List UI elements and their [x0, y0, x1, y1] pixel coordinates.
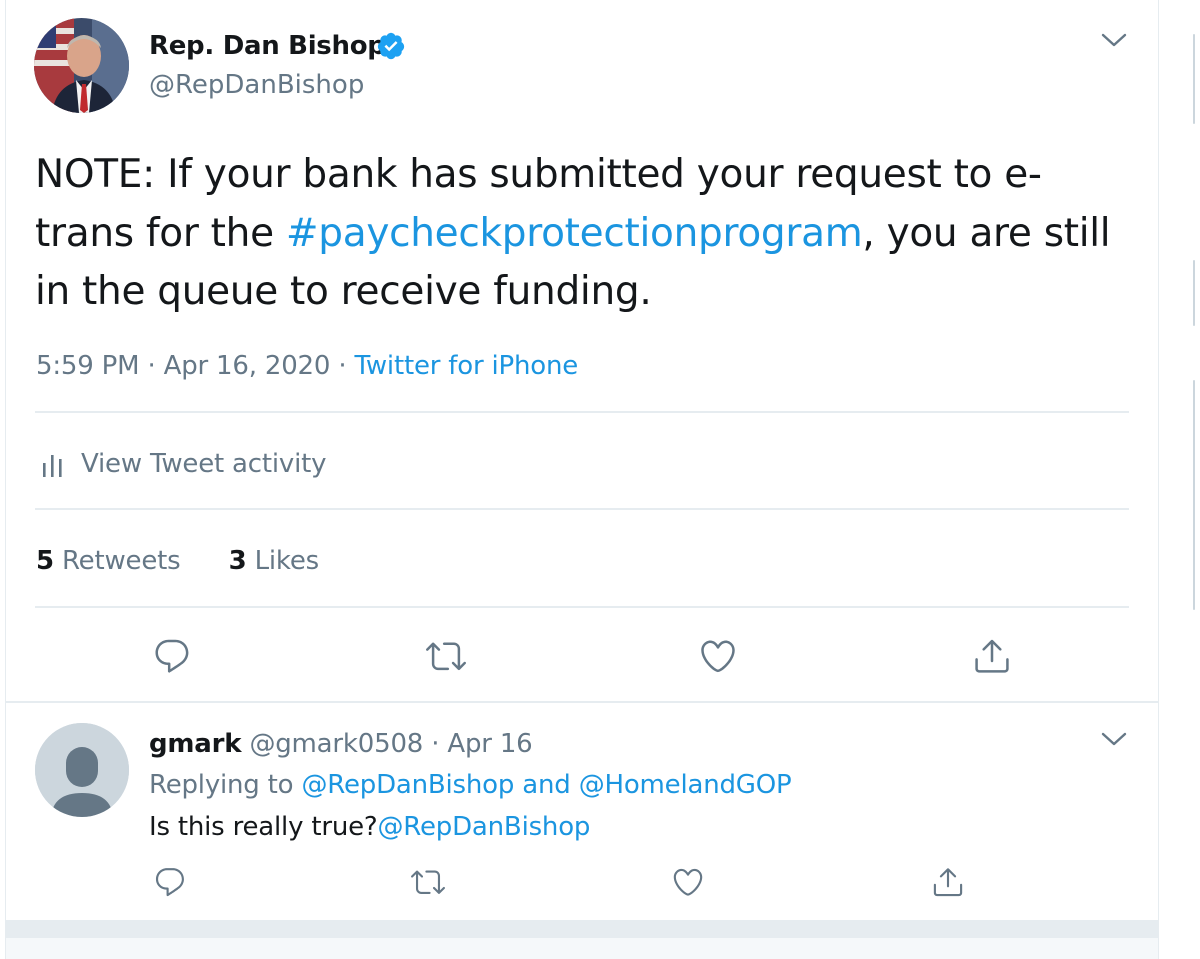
share-icon — [975, 639, 1009, 673]
author-handle[interactable]: @RepDanBishop — [149, 69, 364, 101]
reply-author-name[interactable]: gmark — [149, 729, 242, 759]
divider — [35, 606, 1129, 608]
tweet-text: NOTE: If your bank has submitted your re… — [35, 146, 1145, 322]
reply-text: Is this really true?@RepDanBishop — [149, 809, 590, 845]
author-avatar[interactable] — [34, 18, 129, 113]
tweet-stats: 5 Retweets 3 Likes — [36, 543, 319, 579]
chevron-down-icon[interactable] — [1101, 731, 1127, 747]
page: Rep. Dan Bishop @RepDanBishop NOTE: If y… — [0, 0, 1200, 959]
replying-to-and: and — [522, 770, 571, 800]
divider — [35, 411, 1129, 413]
reply-mention-link[interactable]: @RepDanBishop — [378, 812, 591, 842]
retweets-stat[interactable]: 5 Retweets — [36, 546, 181, 576]
retweets-count: 5 — [36, 546, 54, 576]
share-icon — [933, 868, 963, 897]
column-border-right — [1158, 0, 1159, 959]
tweet-text-line: NOTE: If your bank has submitted your re… — [35, 152, 1042, 197]
tweet-source-link[interactable]: Twitter for iPhone — [354, 351, 578, 381]
tweet-date[interactable]: Apr 16, 2020 — [164, 351, 331, 381]
view-tweet-activity-label: View Tweet activity — [81, 449, 327, 479]
reply-icon — [155, 868, 184, 897]
chevron-down-icon[interactable] — [1101, 32, 1127, 48]
meta-separator: · — [147, 351, 156, 381]
retweet-button[interactable] — [422, 632, 470, 680]
retweet-button[interactable] — [404, 858, 452, 906]
reply-author-avatar[interactable] — [35, 723, 129, 817]
share-button[interactable] — [968, 632, 1016, 680]
side-scroll-mark — [1193, 380, 1195, 610]
reply-button[interactable] — [148, 632, 196, 680]
retweet-icon — [426, 642, 466, 671]
likes-label: Likes — [254, 546, 320, 576]
meta-separator: · — [431, 729, 440, 759]
tweet-meta: 5:59 PM · Apr 16, 2020 · Twitter for iPh… — [36, 348, 578, 384]
tweet-time[interactable]: 5:59 PM — [36, 351, 140, 381]
column-border-left — [5, 0, 6, 959]
retweets-label: Retweets — [61, 546, 181, 576]
reply-header: gmark @gmark0508 · Apr 16 — [149, 726, 533, 762]
tweet-text-line: trans for the #paycheckprotectionprogram… — [35, 205, 1145, 264]
reply-date[interactable]: Apr 16 — [447, 729, 532, 759]
like-button[interactable] — [664, 858, 712, 906]
author-display-name[interactable]: Rep. Dan Bishop — [149, 30, 386, 62]
side-scroll-mark — [1193, 34, 1195, 124]
likes-stat[interactable]: 3 Likes — [228, 546, 320, 576]
hashtag-link[interactable]: #paycheckprotectionprogram — [286, 211, 863, 256]
tweet-text-segment: , you are still — [862, 210, 1111, 256]
meta-separator: · — [338, 351, 347, 381]
conversation-end-band-inner — [6, 938, 1158, 959]
replying-to-user-link[interactable]: @RepDanBishop — [301, 770, 514, 800]
divider — [6, 701, 1158, 703]
tweet-text-line: in the queue to receive funding. — [35, 269, 652, 314]
retweet-icon — [411, 870, 445, 894]
replying-to-user-link[interactable]: @HomelandGOP — [579, 770, 792, 800]
tweet-text-segment: trans for the — [35, 210, 286, 256]
replying-to: Replying to @RepDanBishop and @HomelandG… — [149, 767, 792, 803]
like-button[interactable] — [694, 632, 742, 680]
divider — [35, 508, 1129, 510]
default-avatar-icon — [35, 723, 129, 817]
likes-count: 3 — [228, 546, 247, 576]
heart-icon — [701, 640, 735, 673]
side-scroll-mark — [1193, 260, 1195, 326]
reply-text-body: Is this really true? — [149, 812, 378, 842]
reply-author-handle[interactable]: @gmark0508 — [249, 729, 423, 759]
heart-icon — [673, 868, 703, 896]
verified-badge-icon — [376, 31, 406, 61]
reply-icon — [155, 639, 189, 673]
reply-button[interactable] — [146, 858, 194, 906]
bar-chart-icon — [43, 455, 62, 477]
replying-to-prefix: Replying to — [149, 770, 294, 800]
share-button[interactable] — [924, 858, 972, 906]
